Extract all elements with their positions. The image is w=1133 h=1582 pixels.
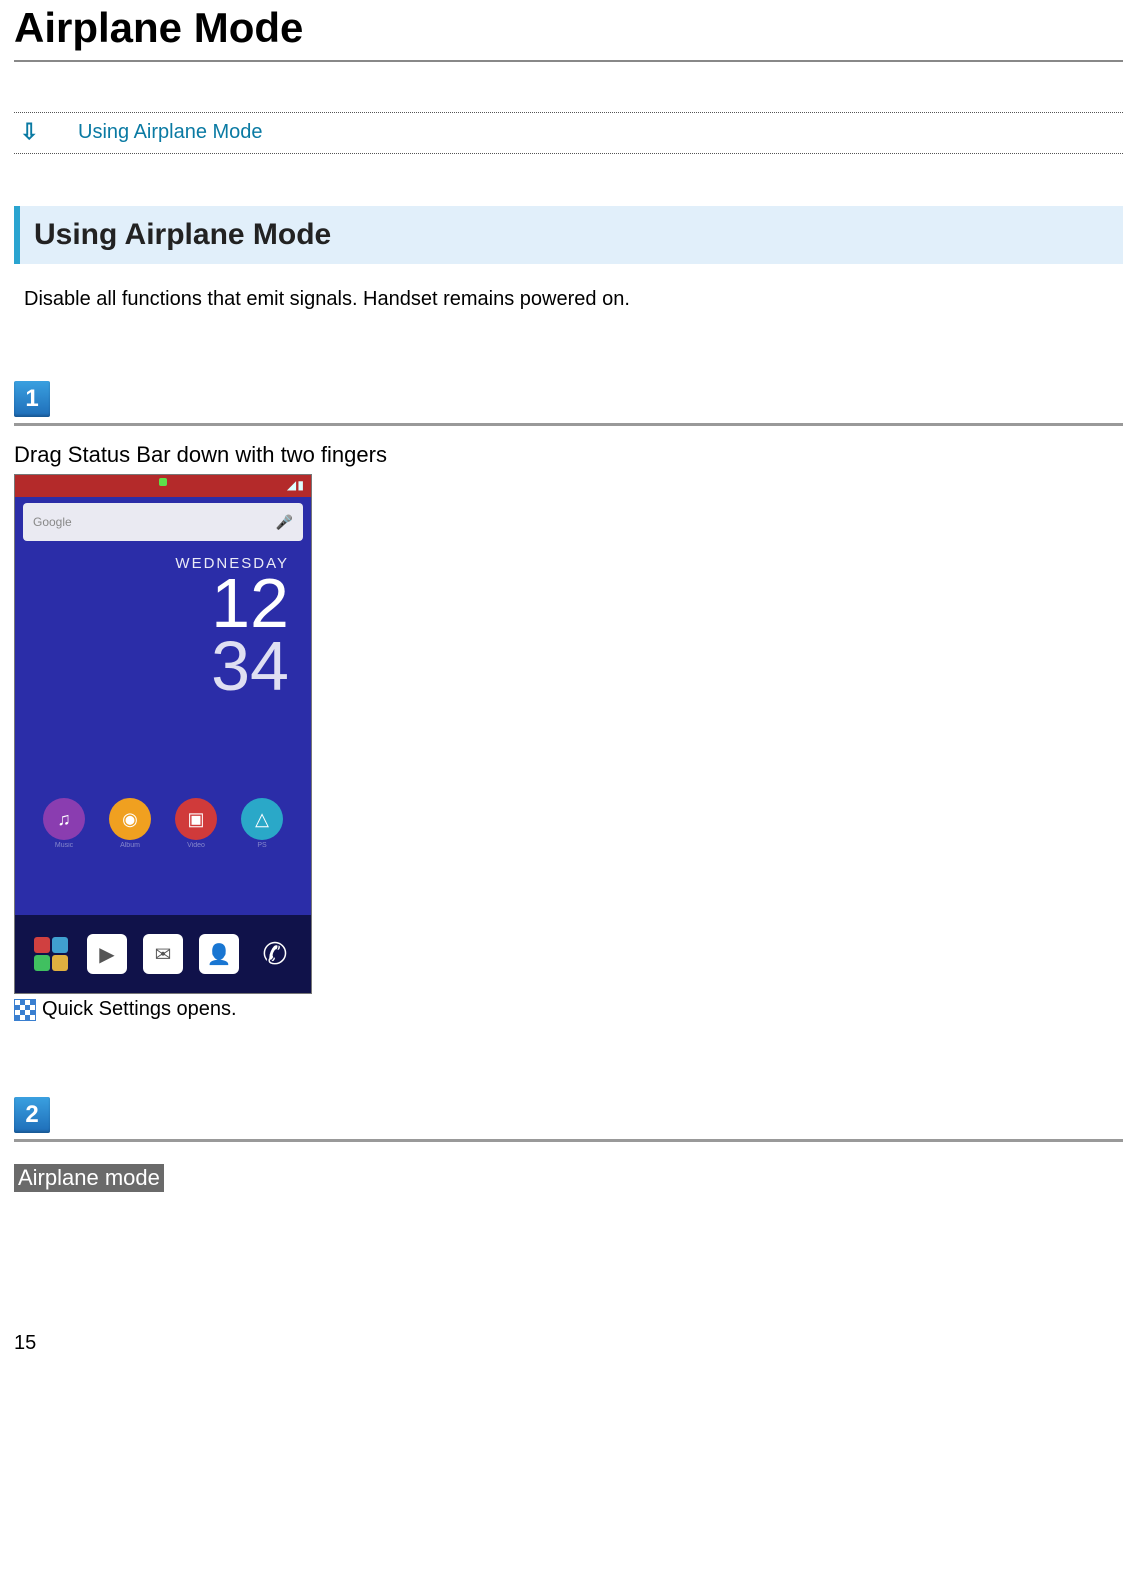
app-ps-label: PS: [257, 842, 266, 849]
clock-minutes: 34: [211, 635, 289, 698]
step-number-badge: 2: [14, 1097, 50, 1133]
album-icon: ◉: [109, 798, 151, 840]
ps-icon: △: [241, 798, 283, 840]
toc-link-using-airplane-mode[interactable]: Using Airplane Mode: [78, 121, 263, 144]
dock-mail-icon: ✉: [143, 934, 183, 974]
title-divider: [14, 60, 1123, 62]
app-music: ♫ Music: [43, 798, 85, 849]
dock-contact-icon: 👤: [199, 934, 239, 974]
phone-dock: ▶ ✉ 👤 ✆: [15, 915, 311, 993]
step-1-result: Quick Settings opens.: [14, 998, 1123, 1021]
step-divider: [14, 423, 1123, 426]
page-title: Airplane Mode: [14, 4, 1123, 52]
search-placeholder: Google: [33, 515, 72, 529]
status-indicator-icon: [159, 478, 167, 486]
step-divider: [14, 1139, 1123, 1142]
toc-row: ⇩ Using Airplane Mode: [14, 112, 1123, 154]
section-header: Using Airplane Mode: [14, 206, 1123, 264]
dock-apps-icon: [31, 934, 71, 974]
clock-day-label: WEDNESDAY: [15, 555, 289, 572]
down-arrow-icon: ⇩: [14, 119, 78, 145]
video-icon: ▣: [175, 798, 217, 840]
app-video-label: Video: [187, 842, 205, 849]
app-album: ◉ Album: [109, 798, 151, 849]
phone-screenshot: ◢ ▮ Google 🎤 WEDNESDAY 12 34 ♫ Music: [14, 474, 312, 994]
dock-play-icon: ▶: [87, 934, 127, 974]
signal-battery-icon: ◢ ▮: [287, 478, 303, 492]
step-1: 1 Drag Status Bar down with two fingers …: [14, 381, 1123, 1021]
section-heading: Using Airplane Mode: [34, 218, 331, 251]
app-video: ▣ Video: [175, 798, 217, 849]
step-2: 2 Airplane mode: [14, 1097, 1123, 1192]
step-number-badge: 1: [14, 381, 50, 417]
clock-hours: 12: [211, 572, 289, 635]
dock-phone-icon: ✆: [255, 934, 295, 974]
section-description: Disable all functions that emit signals.…: [24, 288, 1123, 311]
phone-app-row: ♫ Music ◉ Album ▣ Video △ PS: [15, 798, 311, 849]
phone-status-bar: ◢ ▮: [15, 475, 311, 497]
result-bullet-icon: [14, 999, 36, 1021]
airplane-mode-chip: Airplane mode: [14, 1164, 164, 1192]
app-ps: △ PS: [241, 798, 283, 849]
app-album-label: Album: [120, 842, 140, 849]
app-music-label: Music: [55, 842, 73, 849]
step-1-title: Drag Status Bar down with two fingers: [14, 442, 1123, 468]
phone-search-bar: Google 🎤: [23, 503, 303, 541]
music-icon: ♫: [43, 798, 85, 840]
page-number: 15: [14, 1332, 1123, 1355]
step-1-result-text: Quick Settings opens.: [42, 998, 237, 1021]
phone-clock-widget: WEDNESDAY 12 34: [15, 547, 311, 698]
mic-icon: 🎤: [276, 514, 293, 531]
